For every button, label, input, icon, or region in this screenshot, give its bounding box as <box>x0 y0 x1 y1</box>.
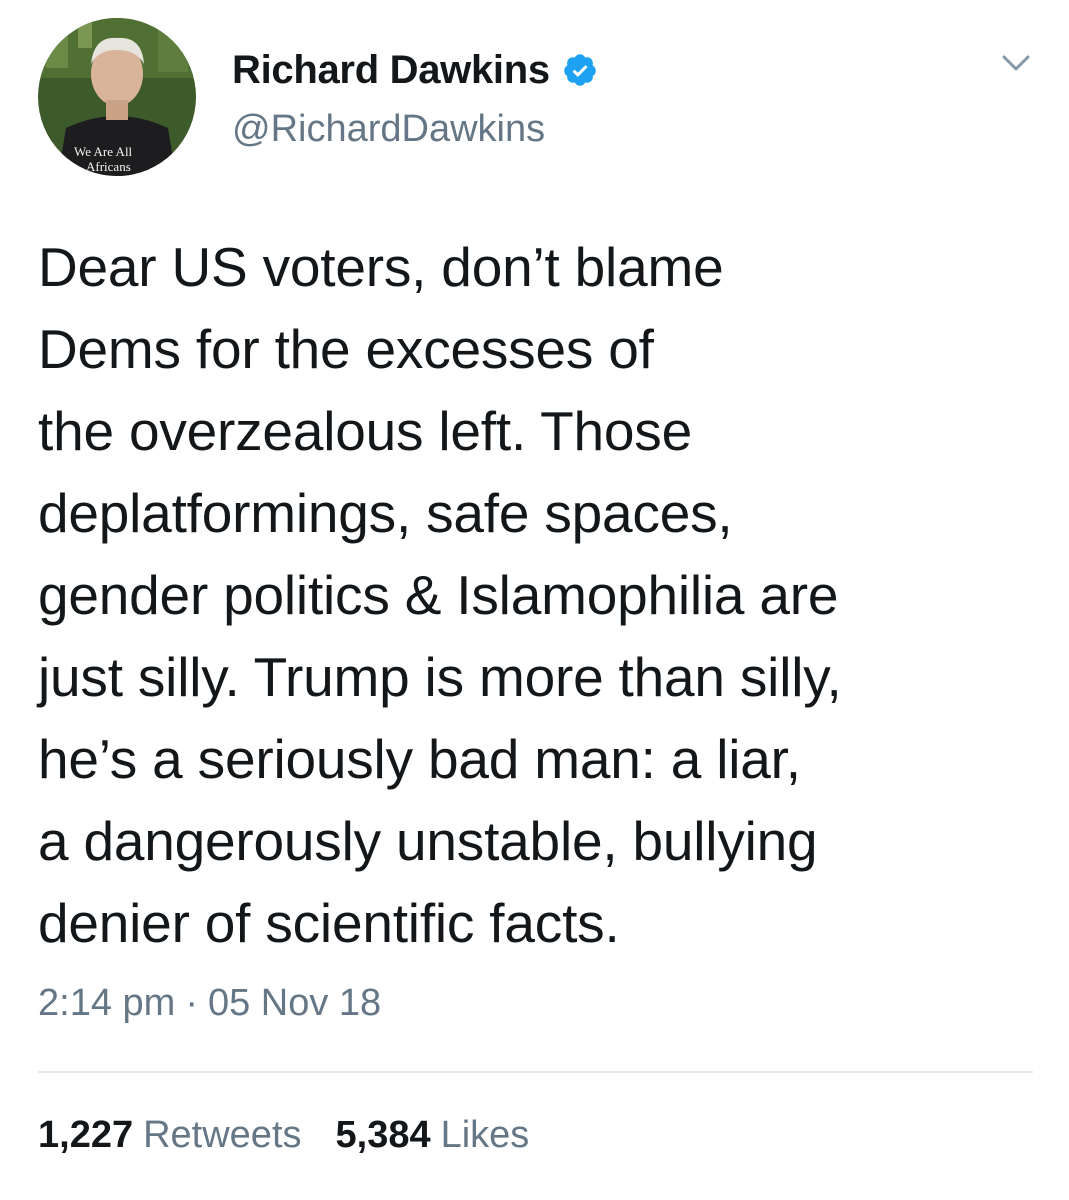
author-name-row: Richard Dawkins <box>232 44 598 96</box>
avatar-image: We Are All Africans <box>38 18 196 176</box>
tweet-date: 05 Nov 18 <box>207 982 382 1024</box>
retweets-label: Retweets <box>143 1114 302 1156</box>
likes-count: 5,384 <box>335 1114 431 1156</box>
tweet-text: Dear US voters, don’t blame Dems for the… <box>38 236 842 954</box>
retweets-stat[interactable]: 1,227 Retweets <box>38 1114 302 1157</box>
timestamp-separator: · <box>185 982 198 1024</box>
likes-label: Likes <box>440 1114 530 1156</box>
author-display-name[interactable]: Richard Dawkins <box>232 48 550 93</box>
verified-badge-icon <box>562 52 598 88</box>
likes-stat[interactable]: 5,384 Likes <box>336 1114 530 1157</box>
chevron-down-icon[interactable] <box>996 48 1036 78</box>
tweet-timestamp[interactable]: 2:14 pm · 05 Nov 18 <box>38 982 381 1025</box>
tweet-stats: 1,227 Retweets 5,384 Likes <box>38 1114 563 1157</box>
avatar-shirt-text-line-2: Africans <box>86 159 131 174</box>
retweets-count: 1,227 <box>38 1114 134 1156</box>
avatar[interactable]: We Are All Africans <box>38 18 196 176</box>
tweet-card: We Are All Africans Richard Dawkins @Ric… <box>0 0 1069 1200</box>
tweet-time: 2:14 pm <box>38 982 176 1024</box>
avatar-shirt-text-line-1: We Are All <box>74 144 133 159</box>
divider <box>38 1071 1033 1073</box>
author-handle[interactable]: @RichardDawkins <box>232 108 545 151</box>
